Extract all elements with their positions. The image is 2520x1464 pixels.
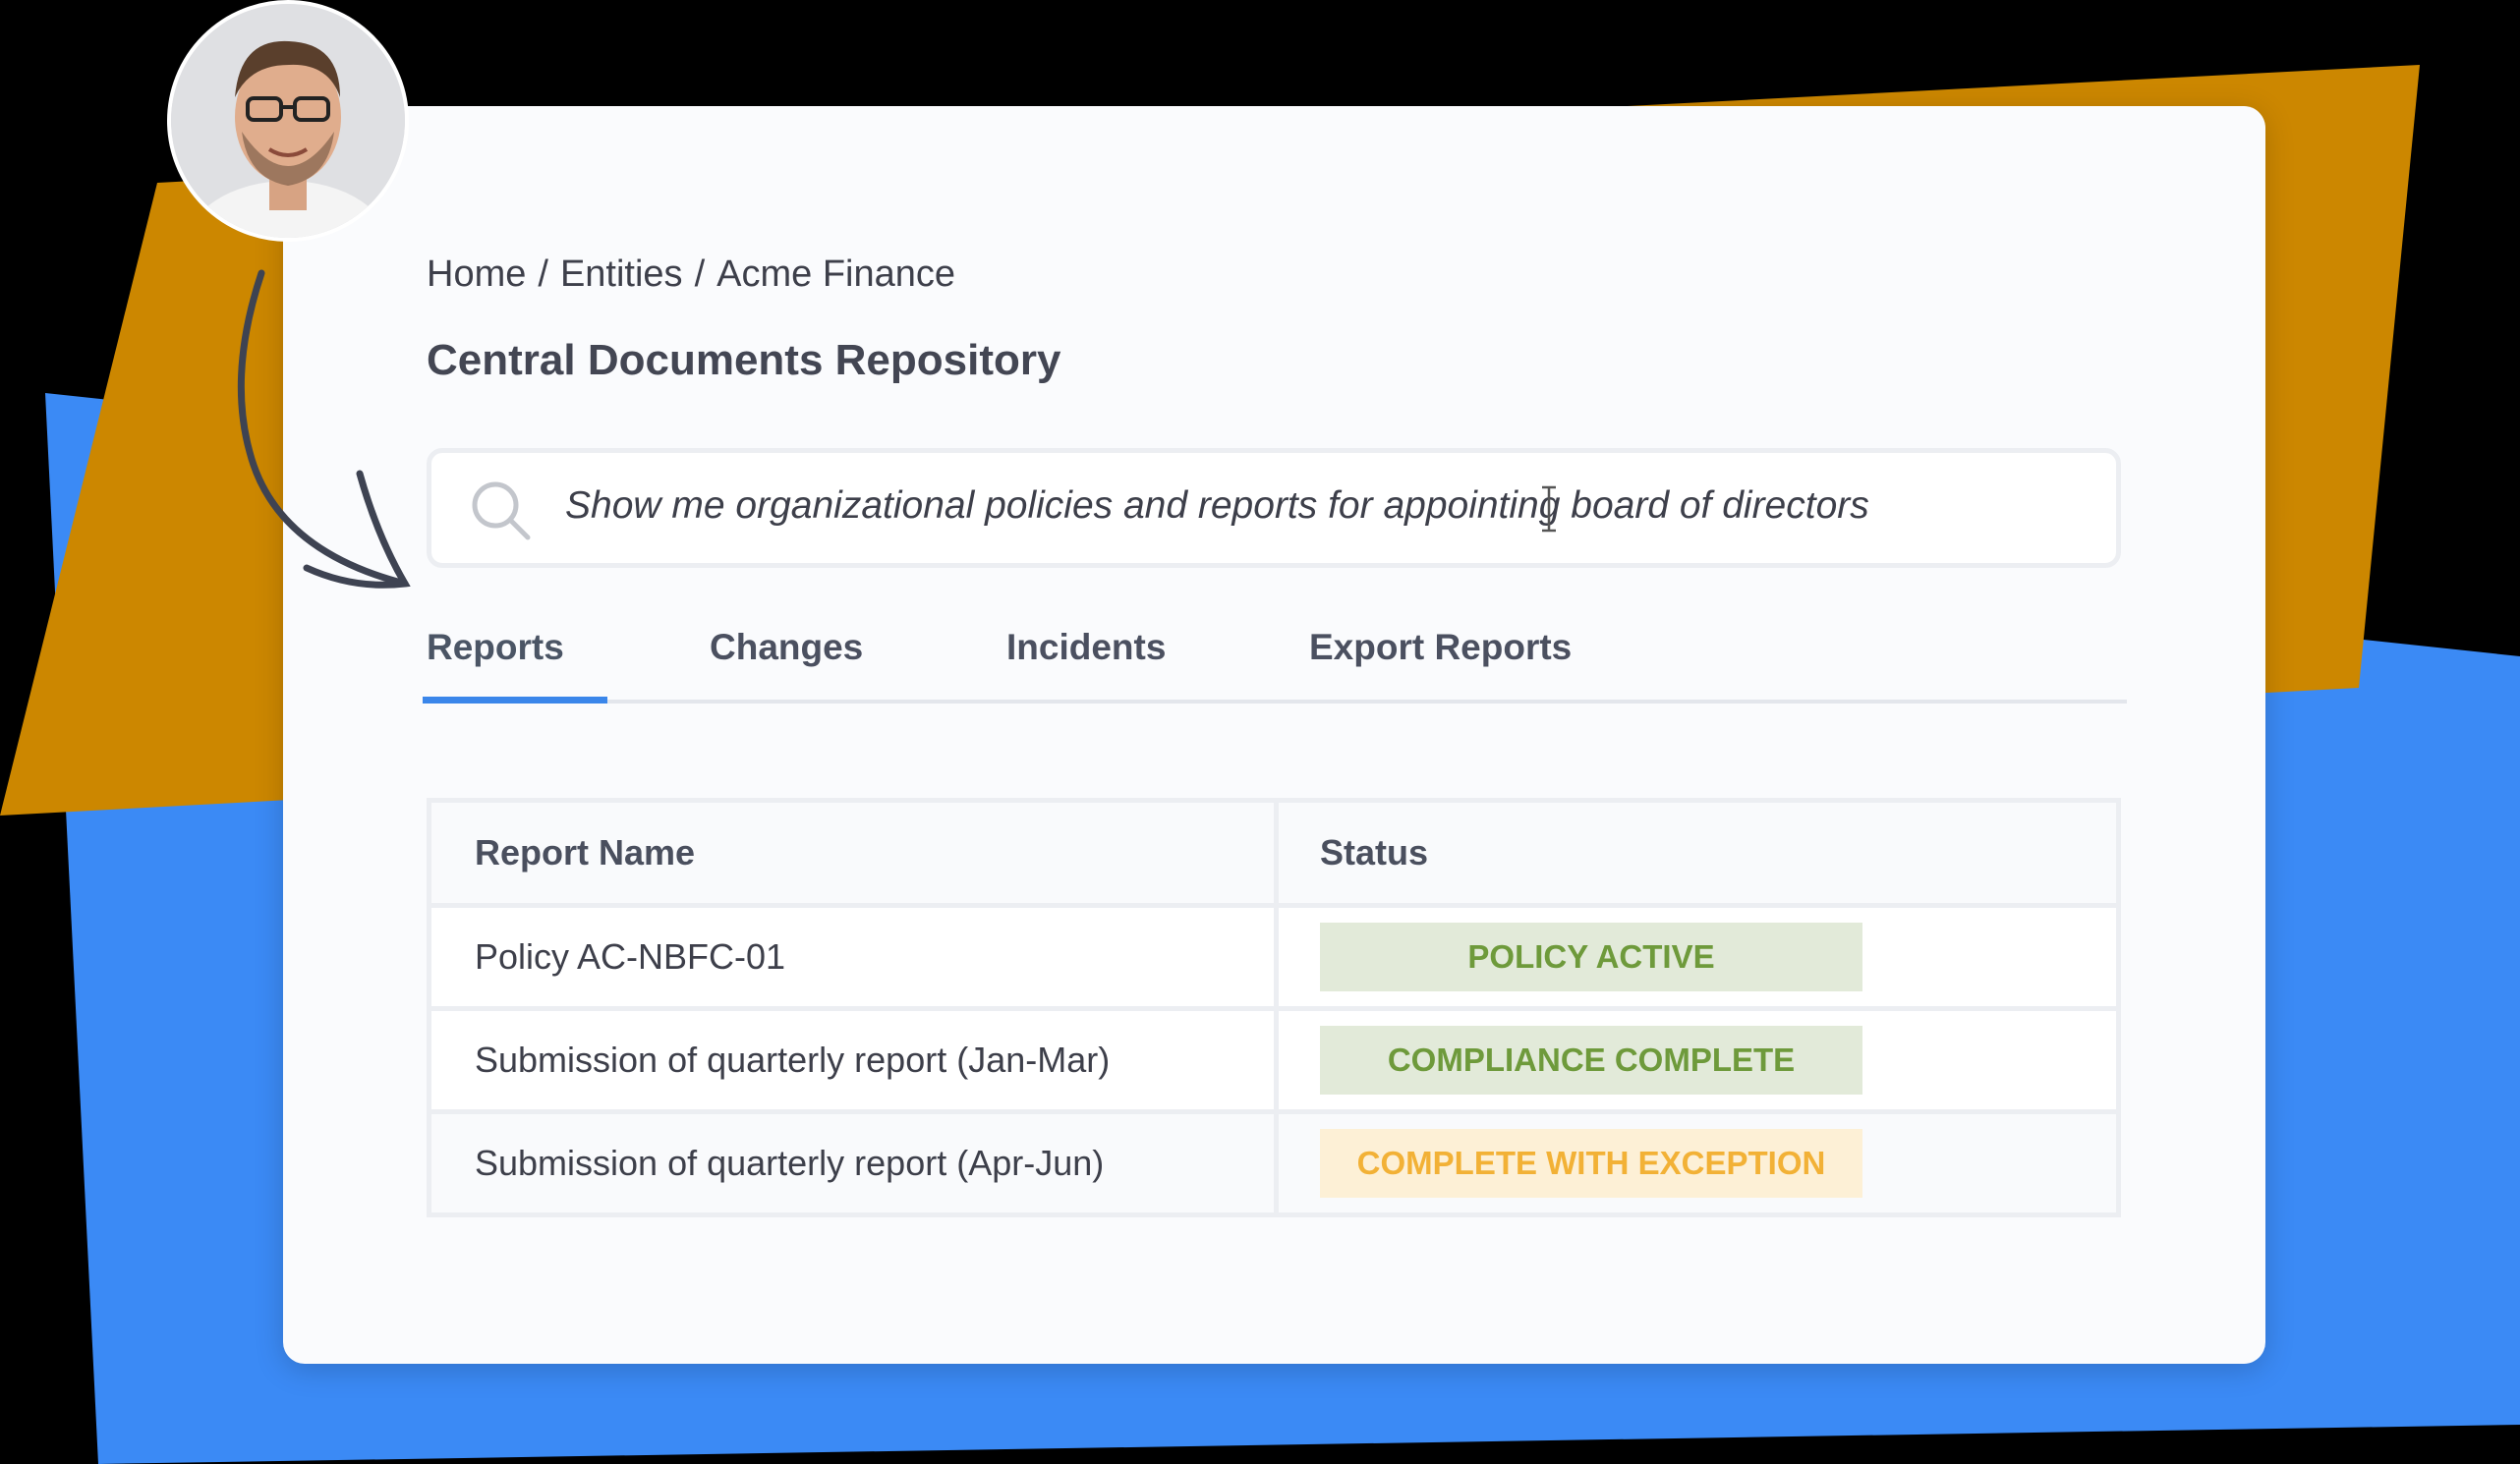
column-header-report-name[interactable]: Report Name <box>427 798 1279 908</box>
report-name-cell[interactable]: Submission of quarterly report (Jan-Mar) <box>427 1006 1279 1114</box>
table-header-row: Report Name Status <box>427 798 2121 908</box>
report-name-cell[interactable]: Submission of quarterly report (Apr-Jun) <box>427 1109 1279 1217</box>
breadcrumb-separator: / <box>694 253 706 295</box>
status-badge: POLICY ACTIVE <box>1320 923 1862 991</box>
search-input[interactable]: Show me organizational policies and repo… <box>427 448 2121 568</box>
table-row[interactable]: Submission of quarterly report (Jan-Mar)… <box>427 1006 2121 1114</box>
tab-changes[interactable]: Changes <box>710 627 863 668</box>
search-icon <box>472 481 531 540</box>
status-cell: COMPLETE WITH EXCEPTION <box>1274 1109 2121 1217</box>
tab-export-reports[interactable]: Export Reports <box>1309 627 1572 668</box>
active-tab-indicator <box>423 697 607 704</box>
breadcrumb-separator: / <box>538 253 548 295</box>
status-cell: POLICY ACTIVE <box>1274 903 2121 1011</box>
table-row[interactable]: Submission of quarterly report (Apr-Jun)… <box>427 1109 2121 1217</box>
tab-reports[interactable]: Reports <box>427 627 564 668</box>
reports-table: Report Name Status Policy AC-NBFC-01 POL… <box>427 798 2121 1217</box>
breadcrumb-item-entities[interactable]: Entities <box>560 253 683 296</box>
tab-bar-divider <box>423 700 2127 704</box>
text-cursor-icon <box>1542 485 1556 533</box>
status-cell: COMPLIANCE COMPLETE <box>1274 1006 2121 1114</box>
report-name-cell[interactable]: Policy AC-NBFC-01 <box>427 903 1279 1011</box>
table-row[interactable]: Policy AC-NBFC-01 POLICY ACTIVE <box>427 903 2121 1011</box>
page-title: Central Documents Repository <box>427 336 1061 384</box>
breadcrumb-item-home[interactable]: Home <box>427 253 526 296</box>
tab-bar: Reports Changes Incidents Export Reports <box>423 619 2127 704</box>
breadcrumb-item-acme-finance[interactable]: Acme Finance <box>716 253 955 296</box>
status-badge: COMPLIANCE COMPLETE <box>1320 1026 1862 1095</box>
avatar-portrait-icon <box>171 4 405 238</box>
tab-incidents[interactable]: Incidents <box>1006 627 1166 668</box>
column-header-status[interactable]: Status <box>1274 798 2121 908</box>
user-avatar <box>167 0 409 242</box>
search-query-text[interactable]: Show me organizational policies and repo… <box>565 484 1869 528</box>
status-badge: COMPLETE WITH EXCEPTION <box>1320 1129 1862 1198</box>
breadcrumb: Home / Entities / Acme Finance <box>427 253 955 296</box>
